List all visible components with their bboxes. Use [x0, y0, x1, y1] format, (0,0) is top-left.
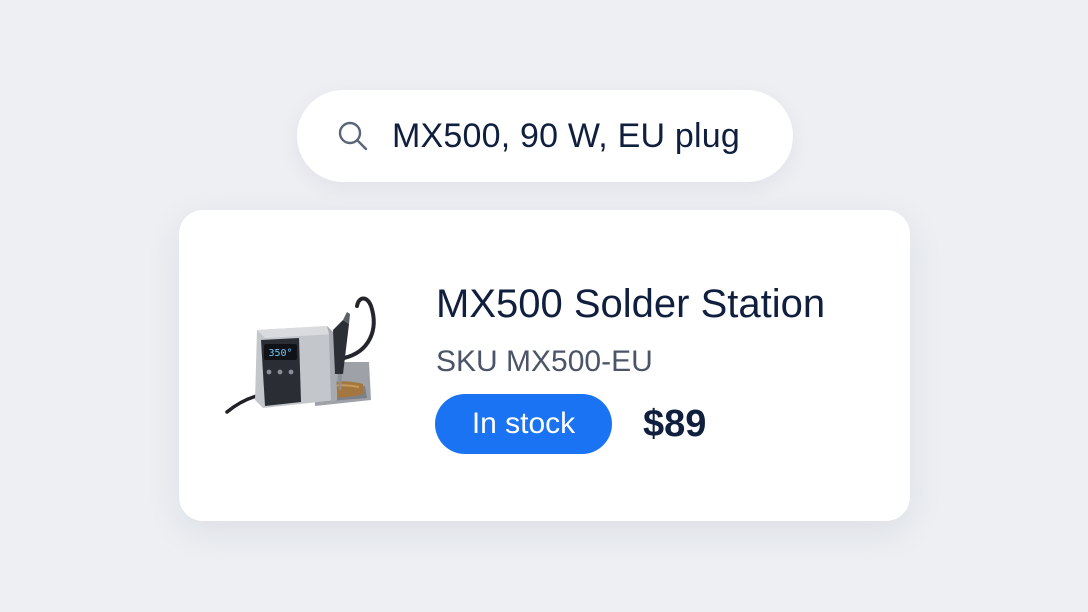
stock-badge: In stock: [435, 394, 612, 454]
solder-station-image: 350°: [225, 296, 376, 414]
product-sku: SKU MX500-EU: [436, 345, 653, 378]
search-input[interactable]: MX500, 90 W, EU plug: [392, 90, 740, 182]
product-card[interactable]: 350° MX500 Solder Station SKU MX500-EU I…: [179, 210, 910, 521]
search-icon: [338, 121, 368, 151]
product-title[interactable]: MX500 Solder Station: [436, 280, 825, 328]
product-price: $89: [643, 403, 707, 445]
display-readout: 350°: [268, 348, 292, 359]
search-bar[interactable]: MX500, 90 W, EU plug: [297, 90, 793, 182]
